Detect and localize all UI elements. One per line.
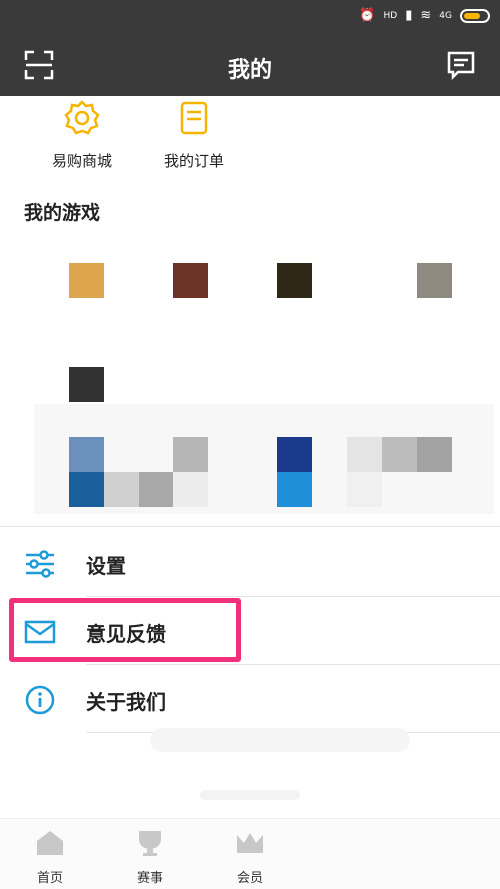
status-icons: ⏰ HD ▮ ≋ 4G [359,8,490,23]
nav-label: 首页 [36,871,63,886]
menu-item-settings[interactable]: 设置 [0,530,500,596]
info-icon [25,685,55,715]
nav-label: 赛事 [136,871,163,886]
bottom-nav: 首页 赛事 会员 [0,818,500,889]
game-tile [277,472,312,507]
nav-item-membership[interactable]: 会员 [210,829,290,886]
signal-icon: ▮ [405,8,413,23]
settings-sliders-icon [26,550,54,578]
game-tile [104,472,139,507]
game-tile[interactable] [69,367,104,402]
crown-icon [237,833,263,853]
divider [86,596,500,597]
gift-badge-icon [64,100,100,135]
menu-item-label: 设置 [86,554,126,578]
game-tile[interactable] [69,263,104,298]
game-tile [347,472,382,507]
game-tile[interactable] [347,437,382,472]
home-icon [37,831,63,855]
message-icon[interactable] [446,50,476,80]
blurred-footer-text [200,790,300,800]
menu-item-label: 关于我们 [86,690,166,714]
divider [86,664,500,665]
status-bar: ⏰ HD ▮ ≋ 4G [0,0,500,38]
network-label: 4G [439,10,452,21]
game-tile[interactable] [417,263,452,298]
alarm-icon: ⏰ [359,8,376,23]
highlight-box [9,598,241,662]
nav-label: 会员 [236,871,263,886]
hd-label: HD [383,10,398,21]
shortcut-orders[interactable]: 我的订单 [144,100,244,171]
trophy-cup-icon [139,831,161,856]
app-header: 我的 [0,38,500,96]
nav-item-events[interactable]: 赛事 [110,829,190,886]
battery-icon [460,8,490,23]
game-tile [382,437,417,472]
game-tile[interactable] [69,437,104,472]
game-tile[interactable] [277,263,312,298]
game-tile [173,472,208,507]
shortcut-label: 易购商城 [51,152,112,170]
game-tile[interactable] [173,263,208,298]
section-title: 我的游戏 [24,202,101,224]
shortcut-label: 我的订单 [163,152,224,170]
game-tile [69,472,104,507]
order-list-icon [180,101,208,135]
page-title: 我的 [227,58,272,83]
divider [0,526,500,527]
game-tile [417,437,452,472]
blurred-footer [150,728,410,752]
game-tile [139,472,174,507]
nav-item-home[interactable]: 首页 [10,829,90,886]
game-tile[interactable] [277,437,312,472]
game-tile[interactable] [173,437,208,472]
shortcut-mall[interactable]: 易购商城 [32,100,132,171]
wifi-icon: ≋ [420,8,432,23]
menu-item-about[interactable]: 关于我们 [0,666,500,732]
